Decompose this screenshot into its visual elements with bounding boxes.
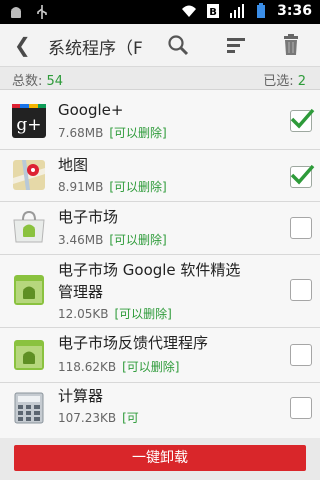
- selected-value: 2: [297, 74, 306, 89]
- sort-button[interactable]: [222, 31, 250, 59]
- app-checkbox[interactable]: [290, 108, 315, 132]
- android-app-icon: [14, 340, 44, 370]
- list-item[interactable]: 电子市场反馈代理程序 118.62KB [可以删除]: [0, 328, 320, 383]
- app-name: 地图: [58, 156, 89, 174]
- app-checkbox[interactable]: [290, 217, 312, 239]
- usb-icon: [37, 5, 47, 19]
- app-size: 107.23KB: [58, 411, 117, 425]
- battery-icon: [257, 3, 266, 18]
- app-size: 12.05KB: [58, 307, 109, 321]
- checkmark-icon: [290, 164, 315, 185]
- app-meta: 8.91MB [可以删除]: [58, 178, 167, 195]
- app-name: 计算器: [58, 387, 104, 405]
- app-size: 118.62KB: [58, 360, 117, 374]
- sort-icon: [227, 38, 245, 53]
- chevron-left-icon[interactable]: ❮: [14, 33, 31, 57]
- app-tag: [可以删除]: [122, 360, 180, 374]
- list-item[interactable]: 电子市场 3.46MB [可以删除]: [0, 202, 320, 255]
- app-list: g+ Google+ 7.68MB [可以删除] 地图 8.91MB [可以删除]: [0, 90, 320, 444]
- selected-label: 已选:: [263, 74, 294, 89]
- android-icon: [11, 7, 21, 18]
- status-bar: B 3:36: [0, 0, 320, 24]
- search-icon: [168, 35, 189, 56]
- title-bar: ❮ 系统程序（F: [0, 24, 320, 67]
- app-meta: 107.23KB [可: [58, 409, 139, 426]
- checkmark-icon: [290, 108, 315, 129]
- maps-icon: [13, 160, 45, 190]
- app-name-continued: 管理器: [58, 283, 104, 301]
- app-checkbox[interactable]: [290, 164, 315, 188]
- app-checkbox[interactable]: [290, 279, 312, 301]
- app-meta: 7.68MB [可以删除]: [58, 124, 167, 141]
- calculator-icon: [14, 392, 44, 424]
- notification-b-icon: B: [207, 4, 220, 18]
- google-plus-icon: g+: [12, 104, 46, 138]
- app-tag: [可: [122, 411, 139, 425]
- app-tag: [可以删除]: [109, 233, 167, 247]
- app-size: 3.46MB: [58, 233, 104, 247]
- app-name: 电子市场反馈代理程序: [58, 334, 209, 352]
- app-meta: 118.62KB [可以删除]: [58, 358, 179, 375]
- page-title: 系统程序（F: [48, 39, 143, 59]
- app-meta: 12.05KB [可以删除]: [58, 305, 172, 322]
- clock: 3:36: [277, 3, 312, 19]
- app-tag: [可以删除]: [114, 307, 172, 321]
- app-name: 电子市场 Google 软件精选: [58, 261, 241, 279]
- app-name: 电子市场: [58, 208, 119, 226]
- list-item[interactable]: g+ Google+ 7.68MB [可以删除]: [0, 90, 320, 150]
- total-value: 54: [46, 74, 64, 89]
- app-checkbox[interactable]: [290, 344, 312, 366]
- total-label: 总数:: [12, 74, 43, 89]
- app-tag: [可以删除]: [109, 126, 167, 140]
- selected-count: 已选: 2: [263, 70, 306, 89]
- trash-icon: [284, 34, 298, 55]
- svg-text:g+: g+: [16, 115, 41, 135]
- app-tag: [可以删除]: [109, 180, 167, 194]
- delete-button[interactable]: [277, 31, 305, 59]
- list-item[interactable]: 电子市场 Google 软件精选 管理器 12.05KB [可以删除]: [0, 255, 320, 328]
- app-checkbox[interactable]: [290, 397, 312, 419]
- app-size: 8.91MB: [58, 180, 104, 194]
- wifi-icon: [182, 5, 197, 17]
- market-icon: [13, 210, 45, 243]
- counts-bar: 总数: 54 已选: 2: [0, 67, 320, 90]
- search-button[interactable]: [164, 31, 192, 59]
- android-app-icon: [14, 275, 44, 305]
- signal-icon: [230, 4, 245, 18]
- uninstall-all-button[interactable]: 一键卸载: [14, 445, 306, 471]
- list-item[interactable]: 地图 8.91MB [可以删除]: [0, 150, 320, 202]
- bottom-bar: 一键卸载: [0, 438, 320, 480]
- list-item[interactable]: 计算器 107.23KB [可: [0, 383, 320, 444]
- app-name: Google+: [58, 101, 124, 119]
- svg-text:B: B: [209, 7, 217, 18]
- app-size: 7.68MB: [58, 126, 104, 140]
- total-count: 总数: 54: [12, 70, 63, 89]
- app-meta: 3.46MB [可以删除]: [58, 231, 167, 248]
